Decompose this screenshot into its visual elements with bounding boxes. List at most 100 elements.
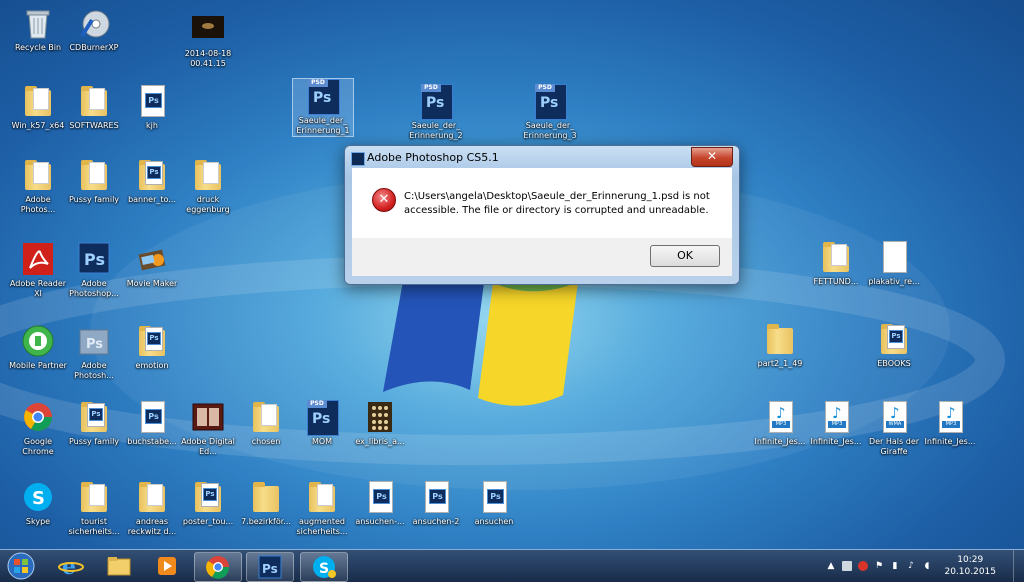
desktop-icon-kjh[interactable]: Ps kjh [122, 84, 182, 131]
desktop-icon-banner-to[interactable]: Ps banner_to... [122, 158, 182, 205]
taskbar-skype[interactable]: S [300, 552, 348, 582]
icon-label: Skype [25, 517, 51, 526]
icon-label: Saeule_der_ Erinnerung_2 [409, 121, 463, 140]
desktop-icon-ansuchen-2[interactable]: Ps ansuchen-2 [406, 480, 466, 527]
photoshop-icon: Ps [258, 555, 282, 579]
icon-label: ex_libris_a... [355, 437, 405, 446]
photoshop-app-icon: Ps [78, 242, 110, 276]
desktop-icon-google-chrome[interactable]: Google Chrome [8, 400, 68, 457]
desktop-icon-recycle-bin[interactable]: Recycle Bin [8, 6, 68, 53]
recycle-bin-icon [22, 6, 54, 40]
desktop-icon-druck-eggenburg[interactable]: druck eggenburg [178, 158, 238, 215]
desktop-icon-hals-giraffe[interactable]: ♪ WMA Der Hals der Giraffe [864, 400, 924, 457]
adobe-reader-icon [22, 242, 54, 276]
cd-burner-icon [78, 6, 110, 40]
tray-volume-icon[interactable]: ♪ [906, 561, 916, 571]
taskbar-clock[interactable]: 10:29 20.10.2015 [944, 554, 996, 578]
desktop-icon-screenshot-file[interactable]: 2014-08-18 00.41.15 [178, 12, 238, 69]
desktop-icon-saeule-2[interactable]: PSD Ps Saeule_der_ Erinnerung_2 [406, 84, 466, 141]
tray-device-icon[interactable] [842, 561, 852, 571]
icon-label: 7.bezirkför... [241, 517, 291, 526]
folder-icon [78, 158, 110, 192]
desktop-icon-augmented[interactable]: augmented sicherheits... [292, 480, 352, 537]
tray-flag-icon[interactable]: ⚑ [874, 561, 884, 571]
desktop-icon-poster-tou[interactable]: Ps poster_tou... [178, 480, 238, 527]
start-button[interactable] [2, 552, 40, 580]
folder-icon [78, 84, 110, 118]
desktop-icon-adobe-reader[interactable]: Adobe Reader XI [8, 242, 68, 299]
show-desktop-button[interactable] [1013, 550, 1024, 582]
icon-label: druck eggenburg [186, 195, 230, 214]
icon-label: Google Chrome [22, 437, 54, 456]
desktop-icon-adobe-photosh-2[interactable]: Ps Adobe Photosh... [64, 324, 124, 381]
desktop-icon-ex-libris[interactable]: ex_libris_a... [350, 400, 410, 447]
desktop-icon-softwares[interactable]: SOFTWARES [64, 84, 124, 131]
desktop-icon-saeule-3[interactable]: PSD Ps Saeule_der_ Erinnerung_3 [520, 84, 580, 141]
folder-icon [306, 480, 338, 514]
desktop-icon-bezirk[interactable]: 7.bezirkför... [236, 480, 296, 527]
icon-label: MOM [311, 437, 333, 446]
desktop-icon-emotion[interactable]: Ps emotion [122, 324, 182, 371]
taskbar-media-player[interactable] [144, 552, 190, 580]
desktop-icon-infinite-1[interactable]: ♪ MP3 Infinite_Jes... [750, 400, 810, 447]
error-dialog[interactable]: Adobe Photoshop CS5.1 ✕ ✕ C:\Users\angel… [344, 145, 740, 285]
desktop-icon-adobe-digital-ed[interactable]: Adobe Digital Ed... [178, 400, 238, 457]
icon-label: Recycle Bin [14, 43, 62, 52]
desktop-icon-cdburnerxp[interactable]: CDBurnerXP [64, 6, 124, 53]
desktop-icon-part2-1-49[interactable]: part2_1_49 [750, 322, 810, 369]
icon-label: Adobe Reader XI [9, 279, 67, 298]
desktop-icon-andreas[interactable]: andreas reckwitz d... [122, 480, 182, 537]
icon-label: buchstabe... [127, 437, 177, 446]
desktop-icon-pussy-family-2[interactable]: Ps Pussy family [64, 400, 124, 447]
desktop-icon-win-k57-x64[interactable]: Win_k57_x64 [8, 84, 68, 131]
tray-security-icon[interactable] [858, 561, 868, 571]
desktop-icon-fettund[interactable]: FETTUND... [806, 240, 866, 287]
desktop-icon-skype[interactable]: S Skype [8, 480, 68, 527]
tray-expand-icon[interactable]: ▲ [826, 561, 836, 571]
windows-start-icon [7, 552, 35, 580]
folder-icon [107, 557, 131, 576]
desktop-icon-adobe-photos-folder[interactable]: Adobe Photos... [8, 158, 68, 215]
icon-label: tourist sicherheits... [68, 517, 120, 536]
desktop-icon-infinite-2[interactable]: ♪ MP3 Infinite_Jes... [806, 400, 866, 447]
taskbar-chrome[interactable] [194, 552, 242, 582]
desktop-icon-adobe-photoshop[interactable]: Ps Adobe Photoshop... [64, 242, 124, 299]
ok-button[interactable]: OK [650, 245, 720, 267]
desktop-icon-mobile-partner[interactable]: Mobile Partner [8, 324, 68, 371]
close-button[interactable]: ✕ [691, 147, 733, 167]
desktop-icon-tourist[interactable]: tourist sicherheits... [64, 480, 124, 537]
mobile-partner-icon [22, 324, 54, 358]
icon-label: Saeule_der_ Erinnerung_3 [523, 121, 577, 140]
icon-label: Infinite_Jes... [754, 437, 806, 446]
folder-icon [820, 240, 852, 274]
folder-icon [22, 84, 54, 118]
photoshop-folder-icon: Ps [878, 322, 910, 356]
desktop-icon-movie-maker[interactable]: Movie Maker [122, 242, 182, 289]
desktop-icon-ansuchen[interactable]: Ps ansuchen [464, 480, 524, 527]
skype-icon: S [22, 480, 54, 514]
desktop-icon-ansuchen-dash[interactable]: Ps ansuchen-... [350, 480, 410, 527]
desktop-icon-plakativ-re[interactable]: plakativ_re... [864, 240, 924, 287]
chrome-icon [206, 556, 230, 579]
taskbar-file-explorer[interactable] [96, 552, 142, 580]
movie-maker-icon [136, 242, 168, 276]
icon-label: chosen [251, 437, 281, 446]
taskbar-photoshop[interactable]: Ps [246, 552, 294, 582]
desktop-icon-saeule-1[interactable]: PSD Ps Saeule_der_ Erinnerung_1 [292, 78, 354, 137]
desktop-icon-pussy-family-1[interactable]: Pussy family [64, 158, 124, 205]
desktop-icon-chosen[interactable]: chosen [236, 400, 296, 447]
clock-date: 20.10.2015 [944, 567, 996, 577]
desktop[interactable]: Recycle Bin CDBurnerXP 2014-08-18 00.41.… [0, 0, 1024, 549]
desktop-icon-mom[interactable]: PSD Ps MOM [292, 400, 352, 447]
folder-icon [764, 322, 796, 356]
desktop-icon-ebooks[interactable]: Ps EBOOKS [864, 322, 924, 369]
folder-icon [136, 480, 168, 514]
desktop-icon-infinite-3[interactable]: ♪ MP3 Infinite_Jes... [920, 400, 980, 447]
icon-label: Infinite_Jes... [810, 437, 862, 446]
desktop-icon-buchstabe[interactable]: Ps buchstabe... [122, 400, 182, 447]
photoshop-folder-icon: Ps [78, 324, 110, 358]
tray-network-icon[interactable]: ▮ [890, 561, 900, 571]
tray-sound-icon[interactable]: ◖ [922, 561, 932, 571]
taskbar-internet-explorer[interactable]: e [48, 552, 94, 580]
dialog-footer: OK [352, 238, 732, 276]
